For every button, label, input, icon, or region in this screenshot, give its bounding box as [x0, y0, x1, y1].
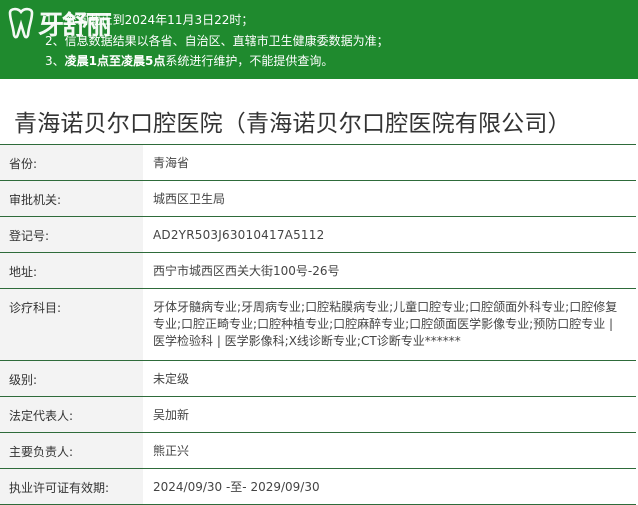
notice-item-number: 3、 [45, 54, 65, 68]
notice-item-number: 1、 [45, 13, 65, 27]
notice-item-bold: 凌晨1点至凌晨5点 [64, 54, 166, 68]
table-row: 级别: 未定级 [0, 360, 636, 397]
row-label: 法定代表人: [0, 396, 143, 433]
notice-item-text: 查询截止到2024年11月3日22时； [64, 13, 254, 27]
row-label: 诊疗科目: [0, 288, 143, 361]
row-value: 牙体牙髓病专业;牙周病专业;口腔粘膜病专业;儿童口腔专业;口腔颌面外科专业;口腔… [143, 288, 636, 361]
notice-item-number: 2、 [45, 34, 65, 48]
notice-item: 3、凌晨1点至凌晨5点系统进行维护，不能提供查询。 [45, 53, 333, 69]
notice-item-text: 系统进行维护，不能提供查询。 [165, 54, 334, 68]
table-row: 审批机关: 城西区卫生局 [0, 180, 636, 217]
notice-banner: 牙舒丽 1、查询截止到2024年11月3日22时； 2、信息数据结果以各省、自治… [0, 0, 638, 79]
row-label: 省份: [0, 144, 143, 181]
row-value: 吴加新 [143, 396, 636, 433]
table-row: 主要负责人: 熊正兴 [0, 432, 636, 469]
table-row: 登记号: AD2YR503J63010417A5112 [0, 216, 636, 253]
row-value: 青海省 [143, 144, 636, 181]
notice-item: 1、查询截止到2024年11月3日22时； [45, 12, 253, 28]
table-row: 诊疗科目: 牙体牙髓病专业;牙周病专业;口腔粘膜病专业;儿童口腔专业;口腔颌面外… [0, 288, 636, 361]
row-label: 地址: [0, 252, 143, 289]
hospital-info-table: 省份: 青海省 审批机关: 城西区卫生局 登记号: AD2YR503J63010… [0, 144, 636, 505]
row-value: 西宁市城西区西关大街100号-26号 [143, 252, 636, 289]
notice-item: 2、信息数据结果以各省、自治区、直辖市卫生健康委数据为准； [45, 33, 389, 49]
row-value: 熊正兴 [143, 432, 636, 469]
row-label: 级别: [0, 360, 143, 397]
row-value: 2024/09/30 -至- 2029/09/30 [143, 468, 636, 505]
row-label: 审批机关: [0, 180, 143, 217]
row-value: 城西区卫生局 [143, 180, 636, 217]
table-row: 地址: 西宁市城西区西关大街100号-26号 [0, 252, 636, 289]
page-title: 青海诺贝尔口腔医院（青海诺贝尔口腔医院有限公司） [14, 111, 571, 137]
table-row: 执业许可证有效期: 2024/09/30 -至- 2029/09/30 [0, 468, 636, 505]
table-row: 法定代表人: 吴加新 [0, 396, 636, 433]
tooth-logo-icon [8, 7, 34, 39]
table-row: 省份: 青海省 [0, 144, 636, 181]
row-label: 主要负责人: [0, 432, 143, 469]
row-value: AD2YR503J63010417A5112 [143, 216, 636, 253]
row-value: 未定级 [143, 360, 636, 397]
row-label: 执业许可证有效期: [0, 468, 143, 505]
notice-item-text: 信息数据结果以各省、自治区、直辖市卫生健康委数据为准； [64, 34, 389, 48]
row-label: 登记号: [0, 216, 143, 253]
